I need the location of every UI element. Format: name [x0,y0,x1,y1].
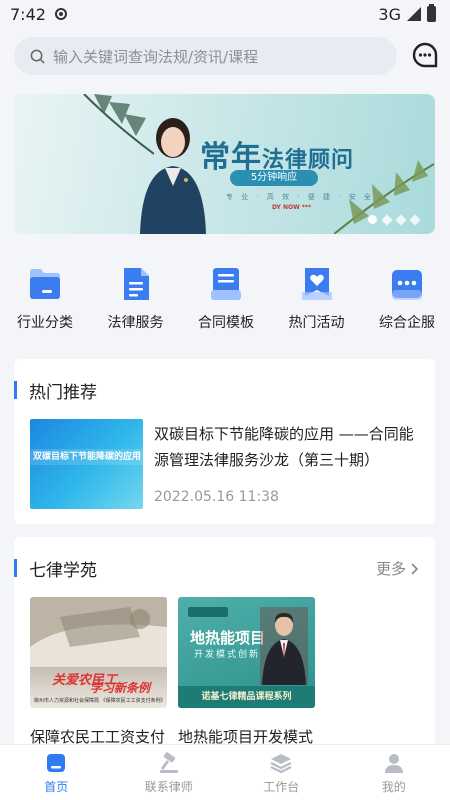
news-thumbnail-text: 双碳目标下节能降碳的应用 [30,449,143,465]
banner-pagination [368,213,421,226]
hot-recommend-card: 热门推荐 双碳目标下节能降碳的应用 双碳目标下节能降碳的应用 ——合同能源管理法… [14,359,435,524]
book-scale-illustration [30,597,167,667]
signal-icon [407,7,421,21]
status-time: 7:42 [10,4,46,24]
search-icon [30,49,45,64]
course-card[interactable]: 关爱农民工 学习新条例 柳州市人力资源和社会保障局 《保障农民工工资支付条例》 … [30,597,167,747]
home-icon [47,754,66,772]
contract-icon [211,268,241,300]
more-link[interactable]: 更多 [376,558,419,579]
academy-card: 七律学苑 更多 关爱农民工 学习新条例 柳州市人力资源和社会保障局 《保障农民工… [14,537,435,757]
tab-label: 我的 [381,780,406,794]
section-header: 热门推荐 [14,379,97,403]
status-bar: 7:42 3G [0,0,450,28]
search-placeholder: 输入关键词查询法规/资讯/课程 [53,47,259,66]
banner-pill: 5分钟响应 [230,170,318,186]
tab-label: 工作台 [263,780,300,794]
quick-item-label: 法律服务 [107,315,164,331]
pagination-dot[interactable] [395,213,407,226]
pagination-dot[interactable] [381,213,393,226]
pagination-dot[interactable] [409,213,421,226]
quick-item-enterprise-services[interactable]: 综合企服 [376,266,438,336]
tab-label: 联系律师 [144,780,193,794]
quick-item-industry[interactable]: 行业分类 [14,266,76,336]
section-title: 热门推荐 [29,382,97,403]
course-thumb-text: 学习新条例 [90,681,151,695]
course-tag [188,607,228,617]
search-row: 输入关键词查询法规/资讯/课程 [14,37,439,75]
course-thumb-text: 地热能项目 [190,629,266,647]
quick-item-label: 综合企服 [379,315,435,331]
tab-home[interactable]: 首页 [11,752,101,795]
notification-icon [54,8,67,20]
battery-icon [427,4,436,22]
search-input[interactable]: 输入关键词查询法规/资讯/课程 [14,37,397,75]
message-icon[interactable] [411,41,439,69]
banner-logo: DY NOW *** [272,204,312,211]
tab-label: 首页 [44,780,69,794]
speaker-portrait [260,607,308,685]
folder-icon [30,269,60,299]
section-accent-bar [14,381,17,399]
gavel-icon [159,752,178,773]
more-dots-icon [392,270,422,300]
more-label: 更多 [375,560,406,578]
news-title[interactable]: 双碳目标下节能降碳的应用 ——合同能源管理法律服务沙龙（第三十期） [154,421,420,473]
bottom-tab-bar: 首页 联系律师 工作台 我的 [0,744,450,800]
network-type: 3G [378,4,401,24]
banner-subtitle: 专 业 · 高 效 · 便 捷 · 安 全 [226,193,374,201]
layers-icon [270,754,292,774]
quick-access-grid: 行业分类 法律服务 合同模板 热门活动 综合企服 [0,266,450,336]
chevron-right-icon [411,562,419,575]
quick-item-label: 合同模板 [198,315,254,331]
quick-item-label: 热门活动 [288,315,345,331]
course-thumb-caption: 诺基七律精品课程系列 [178,686,315,708]
pagination-dot[interactable] [368,215,377,224]
quick-item-label: 行业分类 [17,315,73,331]
user-icon [384,754,403,773]
news-date: 2022.05.16 11:38 [154,489,279,505]
tab-contact-lawyer[interactable]: 联系律师 [124,752,214,795]
section-accent-bar [14,559,17,577]
quick-item-hot-activities[interactable]: 热门活动 [286,266,348,336]
course-thumb-caption: 柳州市人力资源和社会保障局 《保障农民工工资支付条例》 [34,698,166,704]
tab-workbench[interactable]: 工作台 [236,752,326,795]
document-icon [123,268,149,300]
news-thumbnail[interactable]: 双碳目标下节能降碳的应用 [30,419,143,509]
tab-mine[interactable]: 我的 [349,752,439,795]
course-thumb-text: 开发模式创新 [194,650,261,660]
quick-item-contract-template[interactable]: 合同模板 [195,266,257,336]
promo-banner[interactable]: 常年法律顾问 5分钟响应 专 业 · 高 效 · 便 捷 · 安 全 DY NO… [14,94,435,234]
heart-bookmark-icon [301,268,332,300]
course-thumbnail: 关爱农民工 学习新条例 柳州市人力资源和社会保障局 《保障农民工工资支付条例》 [30,597,167,708]
quick-item-legal-service[interactable]: 法律服务 [105,266,167,336]
course-card[interactable]: 地热能项目 开发模式创新 诺基七律精品课程系列 地热能项目开发模式 [178,597,315,747]
section-title: 七律学苑 [29,560,97,581]
course-thumbnail: 地热能项目 开发模式创新 诺基七律精品课程系列 [178,597,315,708]
section-header: 七律学苑 [14,557,97,581]
